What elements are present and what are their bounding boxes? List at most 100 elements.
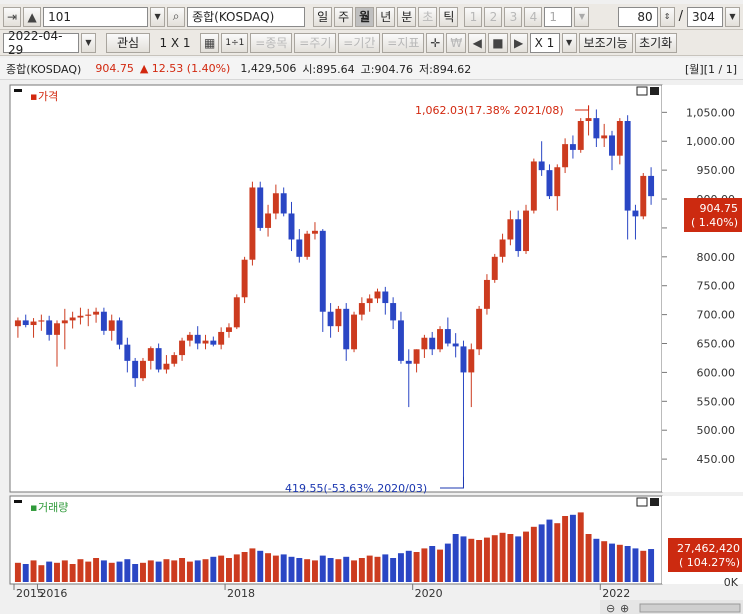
volume-bar xyxy=(272,555,279,582)
volume-bar xyxy=(554,523,561,582)
last-volume: 27,462,420 xyxy=(677,542,740,555)
volume-bar xyxy=(179,558,186,582)
candle-body xyxy=(382,291,389,304)
volume-bar xyxy=(507,534,514,582)
total-dropdown[interactable]: ▼ xyxy=(725,6,740,27)
kosdaq-chart[interactable]: ▪ 가격 450.00 500.00 550.00 600.00 650.00 700.0… xyxy=(0,80,743,614)
period-button-minute[interactable]: 분 xyxy=(397,6,417,27)
volume-bar xyxy=(515,536,522,582)
date-input[interactable]: 2022-04-29 xyxy=(3,29,79,57)
lock-icon[interactable]: ⇥ xyxy=(3,6,22,27)
prev-icon[interactable]: ◀ xyxy=(468,32,487,53)
candle-body xyxy=(171,355,178,364)
grid-icon[interactable]: ▦ xyxy=(200,32,220,53)
search-icon[interactable]: ⌕ xyxy=(167,6,186,27)
pane-close-icon[interactable] xyxy=(650,87,659,95)
candle-body xyxy=(14,320,21,327)
candle-body xyxy=(351,314,358,350)
won-button[interactable]: ₩ xyxy=(446,32,467,53)
indicator-button[interactable]: =지표 xyxy=(382,32,425,53)
date-dropdown[interactable]: ▼ xyxy=(81,32,96,53)
aux-button[interactable]: 보조기능 xyxy=(578,32,633,53)
volume-tick-label: 0K xyxy=(724,576,739,589)
interval-dropdown[interactable]: ▼ xyxy=(574,6,590,27)
candle-body xyxy=(54,323,60,335)
candle-body xyxy=(429,337,436,350)
volume-bar xyxy=(562,516,569,582)
zoom-out-icon[interactable]: ⊖ xyxy=(606,602,615,614)
candle-body xyxy=(265,213,272,228)
period-button-month[interactable]: 월 xyxy=(355,6,375,27)
candle-body xyxy=(124,344,131,361)
span-button[interactable]: =기간 xyxy=(338,32,381,53)
scrollbar-thumb[interactable] xyxy=(639,603,741,613)
price-tick-label: 700.00 xyxy=(697,309,736,322)
volume-bar xyxy=(499,532,506,582)
volume-bar xyxy=(538,524,545,582)
period-button-year[interactable]: 년 xyxy=(376,6,396,27)
candle-body xyxy=(452,343,459,347)
tick-button-4[interactable]: 4 xyxy=(524,6,543,27)
price-pane-title: 가격 xyxy=(38,90,58,103)
tick-button-3[interactable]: 3 xyxy=(504,6,523,27)
candle-body xyxy=(30,321,37,326)
info-change: ▲ 12.53 (1.40%) xyxy=(139,62,231,75)
multiplier-dropdown[interactable]: ▼ xyxy=(561,32,577,53)
volume-bar xyxy=(155,561,162,582)
count-spinner[interactable]: ⇕ xyxy=(659,6,675,27)
period-button-second[interactable]: 초 xyxy=(418,6,438,27)
next-icon[interactable]: ▶ xyxy=(509,32,528,53)
volume-bar xyxy=(569,514,576,582)
up-icon[interactable]: ▲ xyxy=(23,6,42,27)
code-input[interactable]: 101 xyxy=(43,6,149,27)
one-one-button[interactable]: 1÷1 xyxy=(221,32,249,53)
count-input[interactable]: 80 xyxy=(617,6,658,27)
candle-body xyxy=(210,340,217,345)
period-button-week[interactable]: 주 xyxy=(334,6,354,27)
item-button[interactable]: =종목 xyxy=(250,32,293,53)
volume-bar xyxy=(140,562,146,582)
crosshair-icon[interactable]: ✛ xyxy=(426,32,445,53)
reset-button[interactable]: 초기화 xyxy=(634,32,677,53)
volume-bar xyxy=(405,550,412,582)
candle-body xyxy=(22,320,29,326)
volume-bar xyxy=(22,564,29,582)
period-setting-button[interactable]: =주기 xyxy=(294,32,337,53)
info-low: 저:894.62 xyxy=(418,62,472,76)
volume-bar xyxy=(225,558,232,582)
candle-body xyxy=(108,320,115,331)
candle-body xyxy=(648,175,655,197)
candle-body xyxy=(304,233,311,257)
volume-bar xyxy=(100,560,107,582)
volume-bar xyxy=(577,512,584,582)
volume-bar xyxy=(38,565,45,582)
volume-bar xyxy=(327,558,334,582)
candle-body xyxy=(538,161,545,171)
candle-body xyxy=(507,219,514,240)
tick-button-1[interactable]: 1 xyxy=(464,6,483,27)
x-tick-label: 2018 xyxy=(227,587,255,600)
candle-body xyxy=(179,340,186,356)
watch-button[interactable]: 관심 xyxy=(106,32,150,53)
candle-body xyxy=(609,135,615,156)
volume-bar xyxy=(93,558,100,582)
volume-bar xyxy=(351,560,358,582)
zoom-in-icon[interactable]: ⊕ xyxy=(620,602,629,614)
last-volume-change: ( 104.27%) xyxy=(679,556,740,569)
volume-bar xyxy=(241,552,248,582)
info-high: 고:904.76 xyxy=(360,62,413,76)
candle-body xyxy=(593,118,600,139)
max-annotation: 1,062.03(17.38% 2021/08) xyxy=(415,104,564,117)
volume-close-icon[interactable] xyxy=(650,498,659,506)
code-dropdown[interactable]: ▼ xyxy=(150,6,166,27)
price-tick-label: 1,000.00 xyxy=(686,135,735,148)
volume-bar xyxy=(609,543,615,582)
period-button-tick[interactable]: 틱 xyxy=(439,6,459,27)
stop-icon[interactable]: ■ xyxy=(488,32,508,53)
tick-button-2[interactable]: 2 xyxy=(484,6,503,27)
period-button-day[interactable]: 일 xyxy=(313,6,333,27)
info-volume: 1,429,506 xyxy=(240,62,297,75)
multiplier-input[interactable]: X 1 xyxy=(529,32,560,53)
price-tick-label: 950.00 xyxy=(697,164,736,177)
interval-input[interactable]: 1 xyxy=(544,6,573,27)
